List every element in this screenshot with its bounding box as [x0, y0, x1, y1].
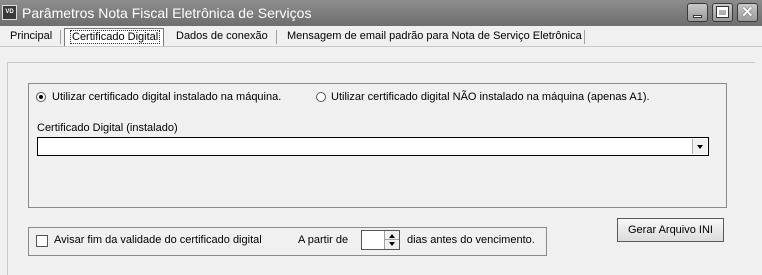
title-bar: VD Parâmetros Nota Fiscal Eletrônica de …: [0, 0, 762, 26]
radio-installed-label: Utilizar certificado digital instalado n…: [52, 91, 282, 103]
minimize-button[interactable]: [687, 3, 708, 22]
maximize-icon: [716, 6, 729, 18]
maximize-button[interactable]: [712, 3, 733, 22]
radio-not-installed-label: Utilizar certificado digital NÃO instala…: [331, 91, 650, 103]
radio-installed[interactable]: [36, 92, 46, 102]
tab-separator: [276, 30, 277, 44]
app-icon: VD: [2, 5, 17, 20]
stepper-buttons: [384, 231, 399, 249]
window-title: Parâmetros Nota Fiscal Eletrônica de Ser…: [22, 5, 312, 21]
chevron-down-icon[interactable]: [692, 139, 707, 154]
validity-checkbox-label: Avisar fim da validade do certificado di…: [54, 234, 262, 246]
days-stepper[interactable]: [361, 230, 400, 250]
close-icon: ✕: [741, 4, 754, 21]
tab-dados-de-conexao[interactable]: Dados de conexão: [171, 28, 273, 46]
certificate-field-label: Certificado Digital (instalado): [37, 122, 178, 134]
minimize-icon: [693, 15, 702, 18]
tab-separator: [584, 30, 585, 44]
generate-ini-button[interactable]: Gerar Arquivo INI: [617, 218, 724, 242]
stepper-divider: [385, 239, 399, 240]
tab-principal[interactable]: Principal: [5, 28, 57, 46]
validity-checkbox[interactable]: [36, 235, 48, 247]
certificate-select[interactable]: [37, 137, 709, 156]
radio-not-installed[interactable]: [316, 92, 326, 102]
tab-certificado-digital[interactable]: Certificado Digital: [64, 28, 164, 46]
days-suffix-label: dias antes do vencimento.: [407, 234, 535, 246]
from-label: A partir de: [298, 234, 349, 246]
tab-separator: [60, 30, 61, 44]
tab-mensagem-email[interactable]: Mensagem de email padrão para Nota de Se…: [282, 28, 587, 46]
tabs-divider: [0, 46, 762, 47]
close-button[interactable]: ✕: [737, 3, 758, 22]
